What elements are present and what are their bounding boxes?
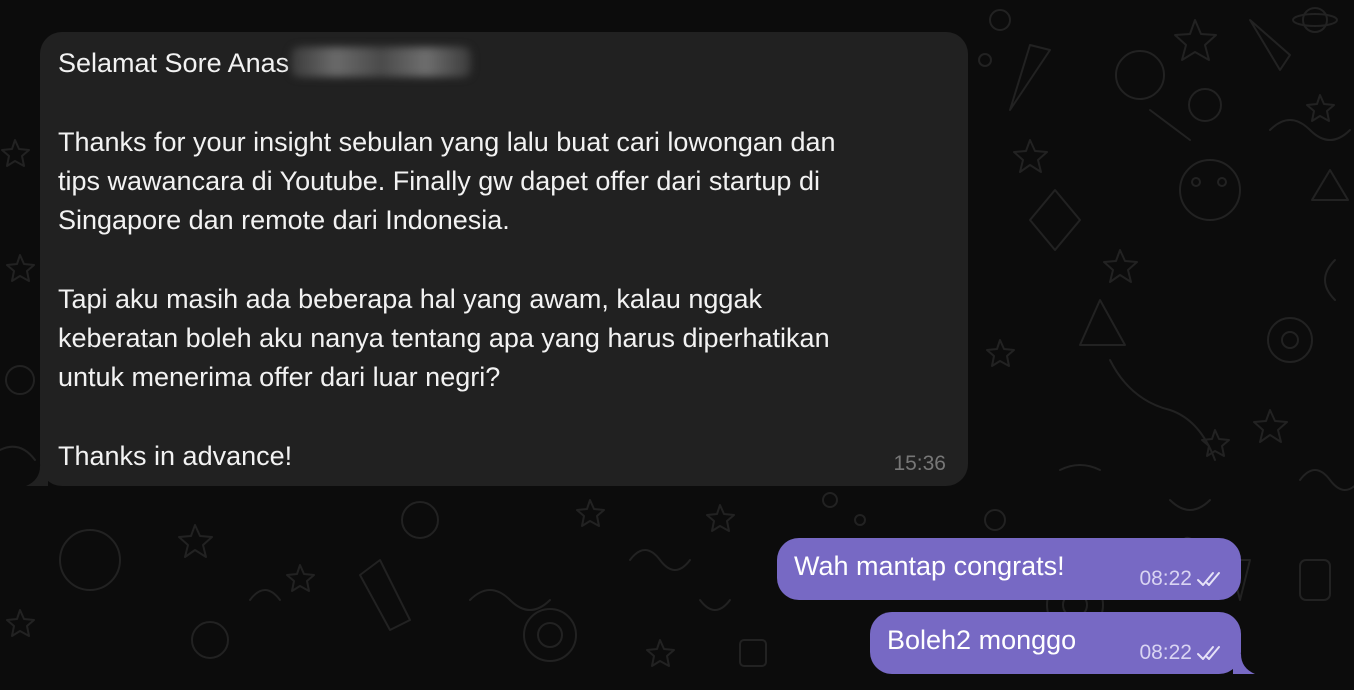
message-line: Thanks for your insight sebulan yang lal… — [58, 126, 836, 157]
message-meta: 08:22 — [1139, 567, 1226, 591]
message-line: Thanks in advance! — [58, 440, 293, 471]
incoming-message-text: Selamat Sore Anas Thanks for your insight… — [58, 44, 948, 476]
redacted-name — [291, 46, 472, 77]
message-line: Selamat Sore Anas — [58, 44, 948, 83]
outgoing-message-time: 08:22 — [1139, 567, 1192, 590]
message-line: tips wawancara di Youtube. Finally gw da… — [58, 165, 820, 196]
double-check-icon — [1197, 572, 1220, 586]
message-line — [58, 240, 948, 279]
message-line — [58, 398, 948, 437]
bubble-tail — [26, 466, 48, 486]
outgoing-message-time: 08:22 — [1139, 641, 1192, 664]
incoming-message-time: 15:36 — [893, 452, 946, 475]
bubble-tail — [1233, 654, 1255, 674]
message-meta: 08:22 — [1139, 641, 1226, 665]
incoming-message-bubble[interactable]: Selamat Sore Anas Thanks for your insight… — [26, 32, 968, 486]
message-line: keberatan boleh aku nanya tentang apa ya… — [58, 323, 830, 354]
outgoing-message-text: Boleh2 monggo — [887, 625, 1077, 655]
message-line: untuk menerima offer dari luar negri? — [58, 362, 501, 393]
message-line — [58, 83, 948, 122]
outgoing-message-text: Wah mantap congrats! — [794, 551, 1065, 581]
double-check-icon — [1197, 646, 1220, 660]
message-line: Tapi aku masih ada beberapa hal yang awa… — [58, 283, 762, 314]
outgoing-message-bubble[interactable]: Wah mantap congrats! 08:22 — [777, 538, 1241, 600]
chat-window: Selamat Sore Anas Thanks for your insight… — [0, 0, 1354, 690]
message-line: Singapore dan remote dari Indonesia. — [58, 205, 510, 236]
outgoing-message-bubble[interactable]: Boleh2 monggo 08:22 — [870, 612, 1255, 674]
